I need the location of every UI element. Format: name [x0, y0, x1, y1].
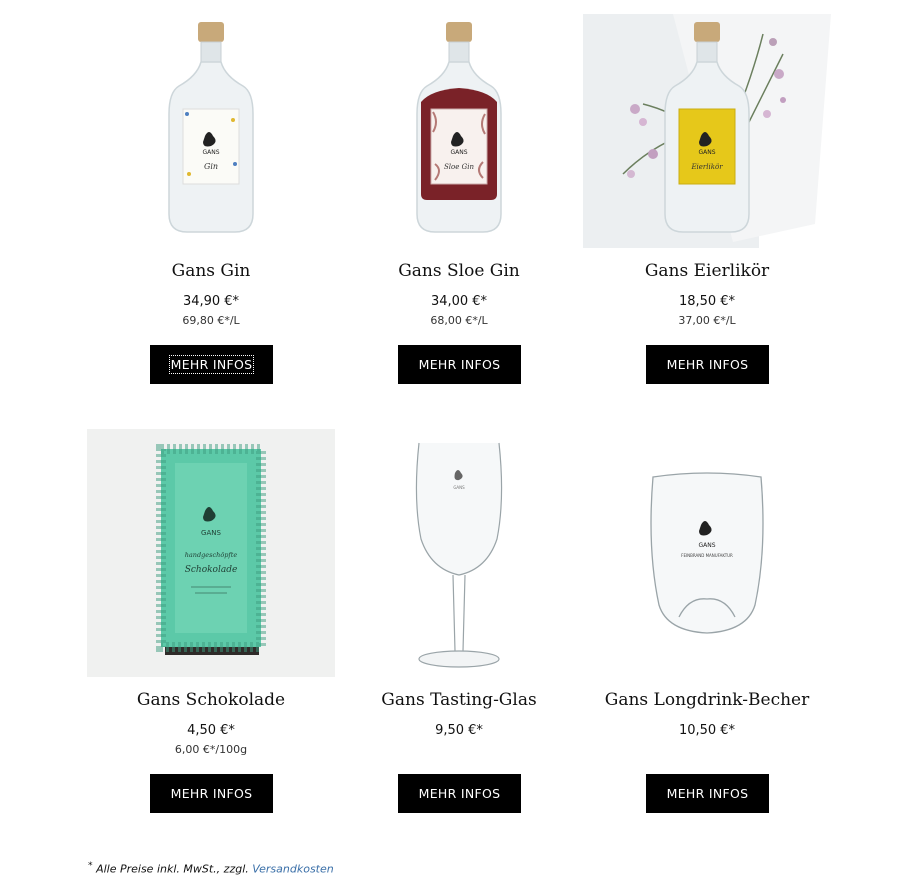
- product-title[interactable]: Gans Tasting-Glas: [335, 690, 583, 710]
- more-info-button[interactable]: MEHR INFOS: [150, 774, 273, 813]
- product-title[interactable]: Gans Schokolade: [87, 690, 335, 710]
- product-unit-price: 68,00 €*/L: [430, 314, 488, 327]
- product-image-gans-sloe-gin[interactable]: GANS Sloe Gin: [335, 14, 583, 262]
- product-price: 4,50 €*: [187, 723, 235, 738]
- product-price: 34,00 €*: [430, 294, 488, 309]
- more-info-button[interactable]: MEHR INFOS: [646, 774, 769, 813]
- bottle-label-script: Gin: [204, 162, 218, 171]
- glass-label-brand: GANS: [698, 542, 715, 549]
- more-info-button[interactable]: MEHR INFOS: [150, 345, 273, 384]
- shipping-costs-link[interactable]: Versandkosten: [252, 863, 333, 876]
- bottle-label-brand: GANS: [202, 149, 219, 156]
- product-price: 9,50 €*: [435, 723, 483, 738]
- chocolate-label-script2: Schokolade: [185, 565, 238, 575]
- product-title[interactable]: Gans Gin: [87, 261, 335, 281]
- more-info-button-label: MEHR INFOS: [666, 357, 749, 372]
- more-info-button-label: MEHR INFOS: [418, 357, 501, 372]
- more-info-button-label: MEHR INFOS: [666, 786, 749, 801]
- bottle-label-brand: GANS: [698, 149, 715, 156]
- product-price: 34,90 €*: [182, 294, 240, 309]
- product-title[interactable]: Gans Sloe Gin: [335, 261, 583, 281]
- more-info-button[interactable]: MEHR INFOS: [398, 774, 521, 813]
- product-image-gans-longdrink-becher[interactable]: GANS FEINBRAND MANUFAKTUR: [583, 429, 831, 677]
- bottle-label-brand: GANS: [450, 149, 467, 156]
- more-info-button[interactable]: MEHR INFOS: [646, 345, 769, 384]
- more-info-button-label: MEHR INFOS: [170, 786, 253, 801]
- product-title[interactable]: Gans Eierlikör: [583, 261, 831, 281]
- product-image-gans-tasting-glas[interactable]: GANS: [335, 439, 583, 687]
- chocolate-label-script1: handgeschöpfte: [185, 551, 238, 559]
- product-price: 10,50 €*: [678, 723, 736, 738]
- chocolate-label-brand: GANS: [201, 529, 221, 537]
- more-info-button-label: MEHR INFOS: [418, 786, 501, 801]
- price-footnote: * Alle Preise inkl. MwSt., zzgl. Versand…: [88, 860, 334, 876]
- glass-label-brand: GANS: [453, 485, 465, 490]
- product-image-gans-schokolade[interactable]: GANS handgeschöpfte Schokolade: [87, 429, 335, 677]
- product-image-gans-gin[interactable]: GANS Gin: [87, 14, 335, 262]
- bottle-label-script: Eierlikör: [690, 163, 723, 171]
- product-unit-price: 69,80 €*/L: [182, 314, 240, 327]
- product-title[interactable]: Gans Longdrink-Becher: [583, 690, 831, 710]
- product-image-gans-eierlikoer[interactable]: GANS Eierlikör: [583, 14, 831, 262]
- more-info-button[interactable]: MEHR INFOS: [398, 345, 521, 384]
- bottle-label-script: Sloe Gin: [444, 163, 474, 171]
- product-price: 18,50 €*: [678, 294, 736, 309]
- product-unit-price: 37,00 €*/L: [678, 314, 736, 327]
- more-info-button-label: MEHR INFOS: [168, 355, 255, 374]
- glass-label-sub: FEINBRAND MANUFAKTUR: [681, 553, 733, 558]
- footnote-text: Alle Preise inkl. MwSt., zzgl.: [92, 862, 253, 876]
- product-unit-price: 6,00 €*/100g: [174, 743, 248, 756]
